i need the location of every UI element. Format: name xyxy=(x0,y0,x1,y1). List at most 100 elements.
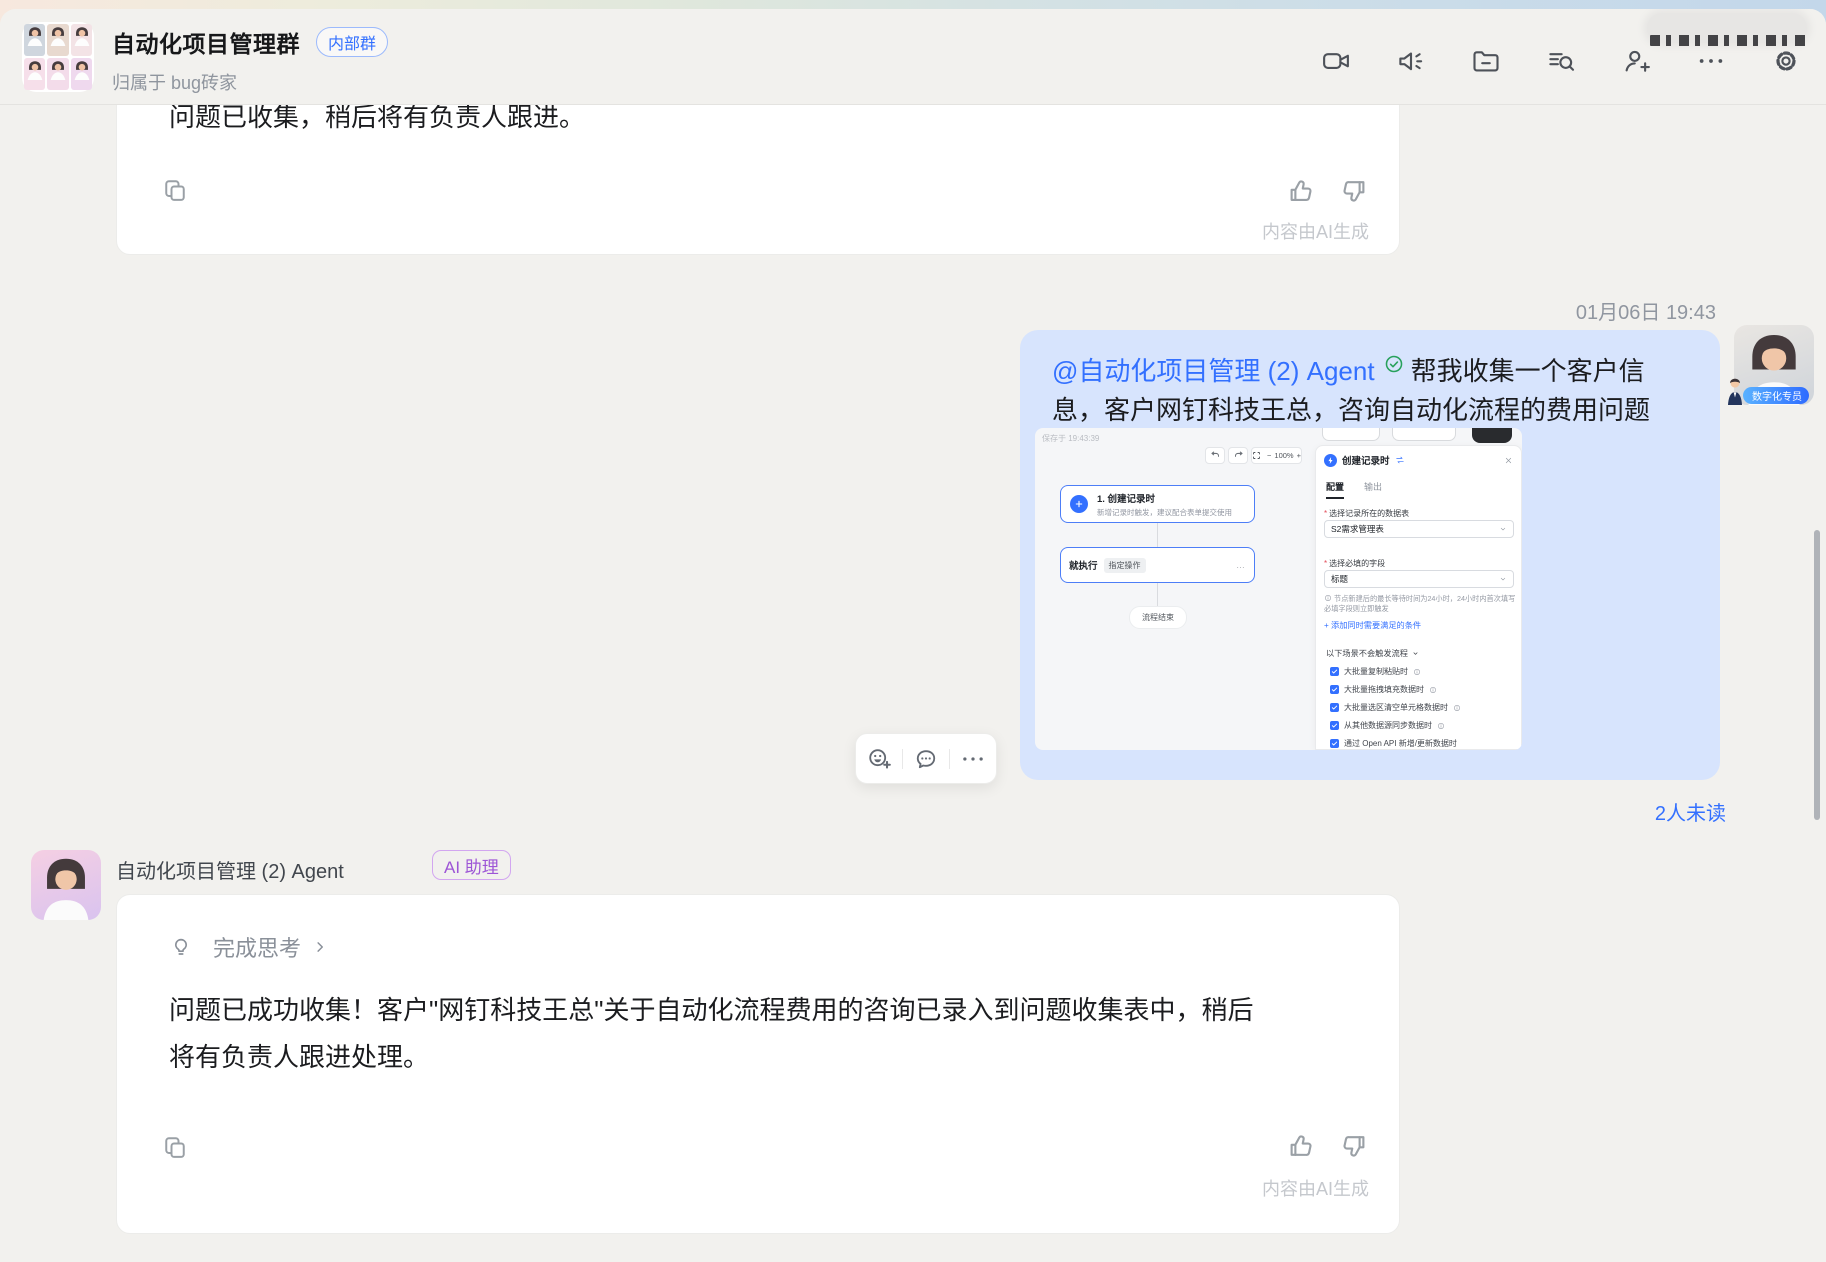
panel-tabs: 配置 输出 xyxy=(1326,480,1382,499)
sent-message-text: @自动化项目管理 (2) Agent 帮我收集一个客户信息，客户网钉科技王总，咨询… xyxy=(1020,330,1720,430)
action-node-more[interactable]: … xyxy=(1236,560,1246,570)
chevron-down-icon xyxy=(1499,525,1507,533)
more-button[interactable] xyxy=(1696,46,1726,76)
zoom-level: 100% xyxy=(1274,451,1294,460)
scenes-toggle[interactable]: 以下场景不会触发流程 xyxy=(1326,647,1423,659)
workflow-action-node[interactable]: 就执行 指定操作 … xyxy=(1060,547,1255,583)
checkbox-checked[interactable] xyxy=(1330,667,1339,676)
more-actions-button[interactable] xyxy=(960,746,986,772)
thumbs-up-button[interactable] xyxy=(1286,1131,1316,1161)
zoom-out-button[interactable]: − xyxy=(1267,451,1271,460)
scene-checkbox-row[interactable]: 大批量复制粘贴时 xyxy=(1330,666,1421,677)
group-subtitle: 归属于 bug砖家 xyxy=(112,73,238,93)
checkbox-checked[interactable] xyxy=(1330,739,1339,748)
redo-button[interactable] xyxy=(1228,447,1248,464)
agent-name: 自动化项目管理 (2) Agent xyxy=(116,861,344,883)
chevron-down-icon xyxy=(1499,575,1507,583)
copy-button[interactable] xyxy=(161,176,189,204)
add-member-button[interactable] xyxy=(1621,46,1651,76)
zoom-control[interactable]: − 100% + xyxy=(1251,447,1302,464)
scene-checkbox-row[interactable]: 大批量拖拽填充数据时 xyxy=(1330,684,1437,695)
agent-reply-card: 完成思考 问题已成功收集！客户"网钉科技王总"关于自动化流程费用的咨询已录入到问… xyxy=(116,894,1400,1234)
group-avatar[interactable] xyxy=(22,22,94,92)
panel-title: 创建记录时 xyxy=(1342,456,1390,467)
trigger-node-subtitle: 新增记录时触发，建议配合表单提交使用 xyxy=(1097,508,1232,517)
group-title: 自动化项目管理群 xyxy=(112,31,300,57)
scene-checkbox-row[interactable]: 通过 Open API 新增/更新数据时 xyxy=(1330,738,1457,749)
tab-config[interactable]: 配置 xyxy=(1326,480,1345,499)
info-icon xyxy=(1453,704,1461,712)
required-field-select-value: 标题 xyxy=(1331,574,1349,584)
group-avatar-tile xyxy=(24,24,46,56)
workflow-cutoff-dark-button xyxy=(1472,428,1512,443)
scene-checkbox-row[interactable]: 大批量选区清空单元格数据时 xyxy=(1330,702,1461,713)
digital-staff-figure xyxy=(1725,377,1745,405)
bolt-icon xyxy=(1324,453,1337,467)
panel-info-note: 节点新建后的最长等待时间为24小时，24小时内首次填写必填字段则立即触发 xyxy=(1324,594,1516,613)
scrollbar-thumb[interactable] xyxy=(1814,530,1820,820)
chat-window: 自动化项目管理群 内部群 归属于 bug砖家 问题已收集，稍后将有负责人跟进。 … xyxy=(0,9,1826,1262)
video-call-button[interactable] xyxy=(1321,46,1351,76)
thumbs-down-button[interactable] xyxy=(1339,176,1369,206)
announcement-button[interactable] xyxy=(1396,46,1426,76)
workflow-screenshot-image[interactable]: 保存于 19:43:39 − 100% + 1. 创建记录时 新增记录时触发，建… xyxy=(1035,428,1522,750)
settings-button[interactable] xyxy=(1771,46,1801,76)
group-avatar-tile xyxy=(24,58,46,90)
group-type-badge: 内部群 xyxy=(316,27,389,57)
checkbox-checked[interactable] xyxy=(1330,721,1339,730)
ai-generated-note: 内容由AI生成 xyxy=(1261,222,1369,242)
required-mark: * xyxy=(1324,559,1328,568)
message-list: 问题已收集，稍后将有负责人跟进。 内容由AI生成 01月06日 19:43 @自… xyxy=(0,105,1826,1262)
reply-button[interactable] xyxy=(913,746,939,772)
ai-generated-note: 内容由AI生成 xyxy=(1261,1179,1369,1199)
unread-count[interactable]: 2人未读 xyxy=(1655,797,1726,826)
add-condition-link[interactable]: + 添加同时需要满足的条件 xyxy=(1324,619,1421,631)
datasheet-select-value: S2需求管理表 xyxy=(1331,524,1384,534)
mention-link[interactable]: @自动化项目管理 (2) Agent xyxy=(1052,356,1375,386)
ai-assistant-badge: AI 助理 xyxy=(432,850,511,880)
group-avatar-tile xyxy=(47,24,69,56)
plus-node-icon xyxy=(1070,495,1088,513)
group-avatar-tile xyxy=(70,58,92,90)
thinking-summary[interactable]: 完成思考 xyxy=(169,931,339,963)
info-icon xyxy=(1437,722,1445,730)
agent-reply-text: 问题已成功收集！客户"网钉科技王总"关于自动化流程费用的咨询已录入到问题收集表中… xyxy=(169,995,1254,1072)
datasheet-select[interactable]: S2需求管理表 xyxy=(1324,520,1514,538)
message-hover-toolbar xyxy=(855,733,997,784)
info-icon xyxy=(1429,686,1437,694)
checkbox-checked[interactable] xyxy=(1330,703,1339,712)
swap-icon[interactable] xyxy=(1395,455,1405,465)
agent-avatar[interactable] xyxy=(31,850,101,920)
header-actions xyxy=(1321,46,1801,76)
workflow-end-node: 流程结束 xyxy=(1129,606,1187,629)
required-field-select[interactable]: 标题 xyxy=(1324,570,1514,588)
checkbox-checked[interactable] xyxy=(1330,685,1339,694)
thumbs-down-button[interactable] xyxy=(1339,1131,1369,1161)
verified-check-icon xyxy=(1383,353,1405,375)
workflow-cutoff-button xyxy=(1322,428,1380,441)
connector-line xyxy=(1157,523,1158,547)
info-icon xyxy=(1413,668,1421,676)
add-reaction-button[interactable] xyxy=(866,746,892,772)
thumbs-up-button[interactable] xyxy=(1286,176,1316,206)
digital-staff-badge: 数字化专员 xyxy=(1743,387,1809,404)
field-label: * 选择记录所在的数据表 xyxy=(1324,509,1410,518)
toolbar-divider xyxy=(949,748,950,769)
zoom-in-button[interactable]: + xyxy=(1297,451,1301,460)
workflow-cutoff-button xyxy=(1392,428,1456,441)
ai-message-card-partial: 问题已收集，稍后将有负责人跟进。 内容由AI生成 xyxy=(116,105,1400,255)
group-info: 自动化项目管理群 内部群 归属于 bug砖家 xyxy=(112,25,389,95)
chat-history-search-button[interactable] xyxy=(1546,46,1576,76)
connector-line xyxy=(1157,583,1158,606)
scene-checkbox-row[interactable]: 从其他数据源同步数据时 xyxy=(1330,720,1445,731)
redacted-text-remnant xyxy=(1650,35,1808,46)
toolbar-divider xyxy=(902,748,903,769)
tab-output[interactable]: 输出 xyxy=(1364,480,1382,499)
undo-button[interactable] xyxy=(1205,447,1225,464)
close-icon[interactable] xyxy=(1504,456,1513,465)
ai-message-text: 问题已收集，稍后将有负责人跟进。 xyxy=(169,105,586,132)
files-button[interactable] xyxy=(1471,46,1501,76)
sent-message-bubble: @自动化项目管理 (2) Agent 帮我收集一个客户信息，客户网钉科技王总，咨询… xyxy=(1020,330,1720,780)
workflow-trigger-node[interactable]: 1. 创建记录时 新增记录时触发，建议配合表单提交使用 xyxy=(1060,485,1255,523)
copy-button[interactable] xyxy=(161,1133,189,1161)
